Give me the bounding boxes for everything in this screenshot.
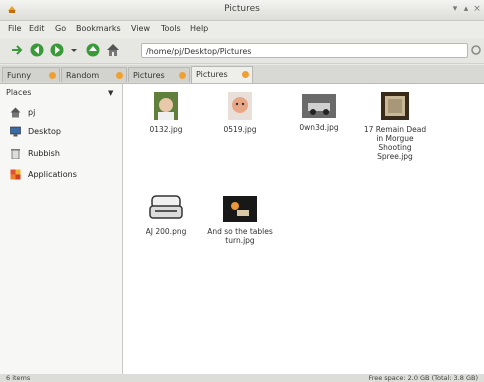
image-thumbnail xyxy=(228,92,252,120)
file-name: 0519.jpg xyxy=(223,125,257,134)
home-icon xyxy=(10,107,21,118)
sidebar-item-label: Rubbish xyxy=(28,149,60,158)
file-name: 0132.jpg xyxy=(149,125,183,134)
image-thumbnail xyxy=(223,196,257,222)
tab-bar: Funny Random Pictures Pictures xyxy=(0,65,484,84)
tab-label: Pictures xyxy=(196,70,228,79)
sidebar-item-label: Applications xyxy=(28,170,77,179)
toolbar: /home/pj/Desktop/Pictures xyxy=(0,39,484,64)
tab-close-icon[interactable] xyxy=(116,72,123,79)
history-dropdown-icon[interactable] xyxy=(70,43,78,57)
file-name: 17 Remain Dead in Morgue Shooting Spree.… xyxy=(363,125,427,161)
menu-file[interactable]: File xyxy=(8,24,21,33)
item-count: 6 items xyxy=(6,374,31,382)
image-thumbnail xyxy=(381,92,409,120)
image-thumbnail xyxy=(149,195,183,219)
desktop-icon xyxy=(10,126,21,137)
places-sidebar: Places ▼ pj Desktop Rubbish Applications xyxy=(0,84,123,374)
menu-bookmarks[interactable]: Bookmarks xyxy=(76,24,121,33)
tab-label: Random xyxy=(66,71,100,80)
image-thumbnail xyxy=(154,92,178,120)
menu-view[interactable]: View xyxy=(131,24,150,33)
menu-go[interactable]: Go xyxy=(55,24,66,33)
file-name: 0wn3d.jpg xyxy=(299,123,339,132)
toolbar-action-icon[interactable] xyxy=(470,43,482,57)
trash-icon xyxy=(11,149,20,159)
file-item[interactable]: 0519.jpg xyxy=(205,92,275,134)
menu-help[interactable]: Help xyxy=(190,24,208,33)
applications-icon xyxy=(10,169,21,180)
status-bar: 6 items Free space: 2.0 GB (Total: 3.8 G… xyxy=(0,374,484,382)
location-input[interactable]: /home/pj/Desktop/Pictures xyxy=(141,43,468,58)
file-name: And so the tables turn.jpg xyxy=(207,227,273,245)
tab-label: Pictures xyxy=(133,71,165,80)
tab-pictures[interactable]: Pictures xyxy=(128,67,190,82)
file-icon-view[interactable]: 0132.jpg 0519.jpg 0wn3d.jpg 17 Remain De… xyxy=(123,84,484,374)
tab-random[interactable]: Random xyxy=(61,67,127,82)
chevron-down-icon[interactable]: ▼ xyxy=(108,89,113,97)
tab-funny[interactable]: Funny xyxy=(2,67,60,82)
sidebar-header[interactable]: Places xyxy=(6,88,31,97)
tab-close-icon[interactable] xyxy=(242,71,249,78)
tab-pictures-active[interactable]: Pictures xyxy=(191,66,253,83)
file-name: AJ 200.png xyxy=(145,227,187,236)
back-icon[interactable] xyxy=(30,43,44,57)
tab-close-icon[interactable] xyxy=(49,72,56,79)
title-bar[interactable]: Pictures ▾ ▴ × xyxy=(0,0,484,21)
minimize-icon[interactable]: ▾ xyxy=(450,3,460,15)
file-item[interactable]: And so the tables turn.jpg xyxy=(205,196,275,245)
file-item[interactable]: 0wn3d.jpg xyxy=(284,94,354,132)
file-item[interactable]: AJ 200.png xyxy=(131,194,201,236)
file-manager-window: Pictures ▾ ▴ × File Edit Go Bookmarks Vi… xyxy=(0,0,484,382)
free-space: Free space: 2.0 GB (Total: 3.8 GB) xyxy=(368,374,478,382)
up-icon[interactable] xyxy=(86,43,100,57)
file-item[interactable]: 17 Remain Dead in Morgue Shooting Spree.… xyxy=(360,92,430,161)
close-icon[interactable]: × xyxy=(472,3,482,15)
tab-close-icon[interactable] xyxy=(179,72,186,79)
menu-edit[interactable]: Edit xyxy=(29,24,45,33)
go-arrow-icon[interactable] xyxy=(10,43,24,57)
maximize-icon[interactable]: ▴ xyxy=(461,3,471,15)
tab-label: Funny xyxy=(7,71,32,80)
file-item[interactable]: 0132.jpg xyxy=(131,92,201,134)
window-title: Pictures xyxy=(224,4,260,14)
forward-icon[interactable] xyxy=(50,43,64,57)
image-thumbnail xyxy=(302,94,336,118)
sidebar-item-label: Desktop xyxy=(28,127,61,136)
menu-bar: File Edit Go Bookmarks View Tools Help xyxy=(0,21,484,38)
sidebar-item-label: pj xyxy=(28,108,36,117)
menu-tools[interactable]: Tools xyxy=(161,24,181,33)
home-icon[interactable] xyxy=(106,43,120,57)
